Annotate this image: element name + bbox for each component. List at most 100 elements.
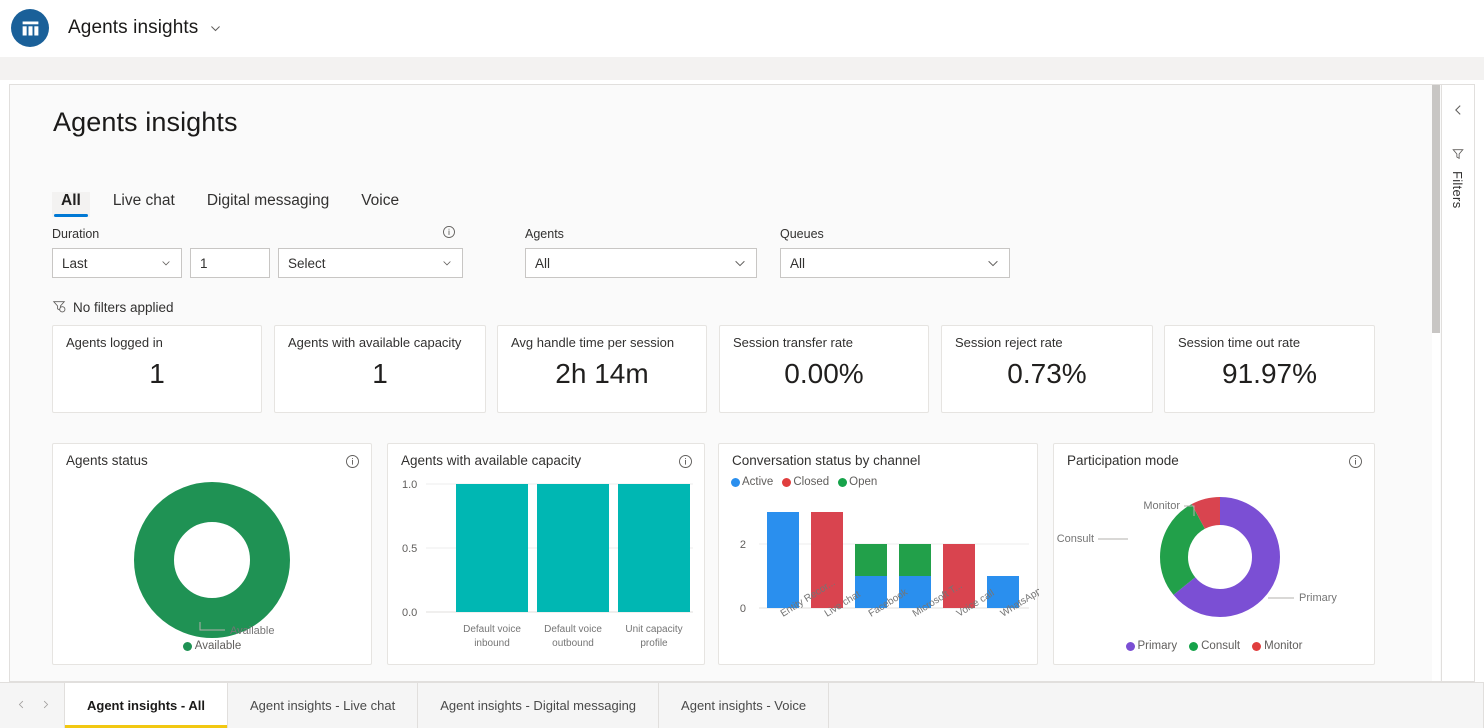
duration-unit-select[interactable]: Select: [278, 248, 463, 278]
participation-mode-donut: Monitor Consult Primary: [1057, 497, 1337, 617]
y-tick-label: 0: [740, 603, 746, 615]
tab-voice[interactable]: Voice: [352, 192, 408, 217]
dashboard-page: Agents insights All Live chat Digital me…: [10, 85, 1442, 681]
agents-label: Agents: [525, 227, 564, 241]
kpi-value: 0.73%: [1007, 358, 1087, 389]
kpi-value: 0.00%: [784, 358, 864, 389]
kpi-card-agents-with-available-capacity[interactable]: Agents with available capacity 1: [274, 325, 486, 413]
y-tick-label: 0.0: [402, 607, 417, 619]
vertical-scrollbar[interactable]: [1432, 85, 1440, 681]
filter-icon[interactable]: [1451, 147, 1465, 166]
y-tick-label: 0.5: [402, 543, 417, 555]
queues-select[interactable]: All: [780, 248, 1010, 278]
duration-info-icon[interactable]: [442, 225, 456, 239]
chevron-down-icon: [986, 256, 1000, 270]
app-header: Agents insights: [0, 0, 1484, 57]
agents-status-donut: Available: [134, 482, 290, 638]
kpi-label: Session reject rate: [955, 335, 1063, 350]
conversation-status-bar-chart: 2 0 Entity Recor... Live chat Facebook M…: [740, 512, 1039, 620]
app-title: Agents insights: [68, 17, 199, 38]
kpi-value: 1: [372, 358, 388, 389]
svg-text:Default voice: Default voice: [463, 624, 521, 635]
kpi-label: Session time out rate: [1178, 335, 1301, 350]
kpi-value: 2h 14m: [555, 358, 649, 389]
right-rail: Filters: [1441, 85, 1474, 681]
legend-label: Primary: [1137, 640, 1178, 652]
scrollbar-thumb[interactable]: [1432, 85, 1440, 333]
app-title-chevron-down-icon[interactable]: [209, 22, 222, 35]
svg-text:Unit capacity: Unit capacity: [625, 624, 682, 635]
kpi-card-session-transfer-rate[interactable]: Session transfer rate 0.00%: [719, 325, 929, 413]
bottom-tab-agent-insights-all[interactable]: Agent insights - All: [64, 683, 228, 728]
no-filters-applied: No filters applied: [52, 299, 174, 316]
legend-item-monitor[interactable]: Monitor: [1252, 640, 1302, 652]
kpi-card-agents-logged-in[interactable]: Agents logged in 1: [52, 325, 262, 413]
legend-label: Active: [742, 476, 774, 488]
legend-item-open[interactable]: Open: [838, 476, 877, 488]
duration-filter-group: Duration Last 1 Select: [52, 225, 492, 278]
duration-number-input[interactable]: 1: [190, 248, 270, 278]
legend-swatch: [1125, 641, 1135, 651]
legend-item-active[interactable]: Active: [731, 476, 773, 488]
header-divider-strip: [0, 57, 1484, 80]
bottom-tab-agent-insights-live-chat[interactable]: Agent insights - Live chat: [228, 683, 419, 728]
kpi-label: Agents with available capacity: [288, 335, 462, 350]
agents-filter-group: Agents All: [525, 227, 757, 278]
bar-unit-capacity-profile: [618, 484, 690, 612]
legend-item-closed[interactable]: Closed: [782, 476, 829, 488]
kpi-label: Agents logged in: [66, 335, 163, 350]
agents-select[interactable]: All: [525, 248, 757, 278]
pivot-tabs: All Live chat Digital messaging Voice: [52, 185, 422, 217]
svg-text:outbound: outbound: [552, 638, 594, 649]
queues-label: Queues: [780, 227, 824, 241]
queues-filter-group: Queues All: [780, 227, 1010, 278]
svg-text:Default voice: Default voice: [544, 624, 602, 635]
chart-title: Agents status: [66, 453, 148, 468]
legend-item-primary[interactable]: Primary: [1125, 640, 1178, 652]
bottom-tab-agent-insights-digital-messaging[interactable]: Agent insights - Digital messaging: [418, 683, 660, 728]
legend-item-available[interactable]: Available: [182, 640, 242, 652]
bottom-tab-bar: Agent insights - All Agent insights - Li…: [0, 682, 1484, 728]
legend-label: Closed: [793, 476, 830, 488]
app-logo-icon: [11, 9, 49, 47]
tab-all[interactable]: All: [52, 192, 90, 217]
duration-operator-select[interactable]: Last: [52, 248, 182, 278]
legend-swatch: [782, 477, 792, 487]
legend-swatch: [1252, 641, 1262, 651]
legend-label: Available: [194, 640, 242, 652]
chart-card-conversation-status-by-channel[interactable]: Conversation status by channel Active Cl…: [718, 443, 1039, 665]
kpi-value: 1: [149, 358, 165, 389]
bottom-tabs-next-chevron-right-icon[interactable]: [40, 697, 51, 715]
chart-title: Agents with available capacity: [401, 453, 582, 468]
kpi-value: 91.97%: [1222, 358, 1317, 389]
bottom-tab-nav-arrows: [0, 683, 64, 728]
tab-live-chat[interactable]: Live chat: [104, 192, 184, 217]
chevron-down-icon: [733, 256, 747, 270]
rail-collapse-chevron-left-icon[interactable]: [1451, 103, 1465, 122]
duration-unit-value: Select: [288, 255, 326, 271]
chart-card-participation-mode[interactable]: Participation mode Monitor Consult Prima…: [1053, 443, 1375, 665]
kpi-card-session-time-out-rate[interactable]: Session time out rate 91.97%: [1164, 325, 1375, 413]
bottom-tab-agent-insights-voice[interactable]: Agent insights - Voice: [659, 683, 830, 728]
chart-title: Conversation status by channel: [732, 453, 921, 468]
chart-card-agents-status[interactable]: Agents status Available Available: [52, 443, 372, 665]
svg-text:inbound: inbound: [474, 638, 510, 649]
chevron-down-icon: [160, 257, 172, 269]
bar-facebook-open: [855, 544, 887, 576]
legend-item-consult[interactable]: Consult: [1189, 640, 1240, 652]
donut-callout-consult: Consult: [1057, 533, 1094, 545]
bar-microsoft-teams-open: [899, 544, 931, 576]
chart-title: Participation mode: [1067, 453, 1179, 468]
queues-value: All: [790, 255, 806, 271]
bottom-tabs-prev-chevron-left-icon[interactable]: [16, 697, 27, 715]
duration-number-value: 1: [200, 255, 208, 271]
legend-swatch: [182, 641, 192, 651]
tab-digital-messaging[interactable]: Digital messaging: [198, 192, 338, 217]
legend-swatch: [838, 477, 848, 487]
bottom-tab-bar-spacer: [829, 683, 1484, 728]
donut-callout-label: Available: [230, 625, 274, 637]
rail-filters-label[interactable]: Filters: [1450, 171, 1465, 209]
kpi-card-avg-handle-time-per-session[interactable]: Avg handle time per session 2h 14m: [497, 325, 707, 413]
kpi-card-session-reject-rate[interactable]: Session reject rate 0.73%: [941, 325, 1153, 413]
chart-card-agents-with-available-capacity[interactable]: Agents with available capacity 1.0 0.5 0…: [387, 443, 705, 665]
